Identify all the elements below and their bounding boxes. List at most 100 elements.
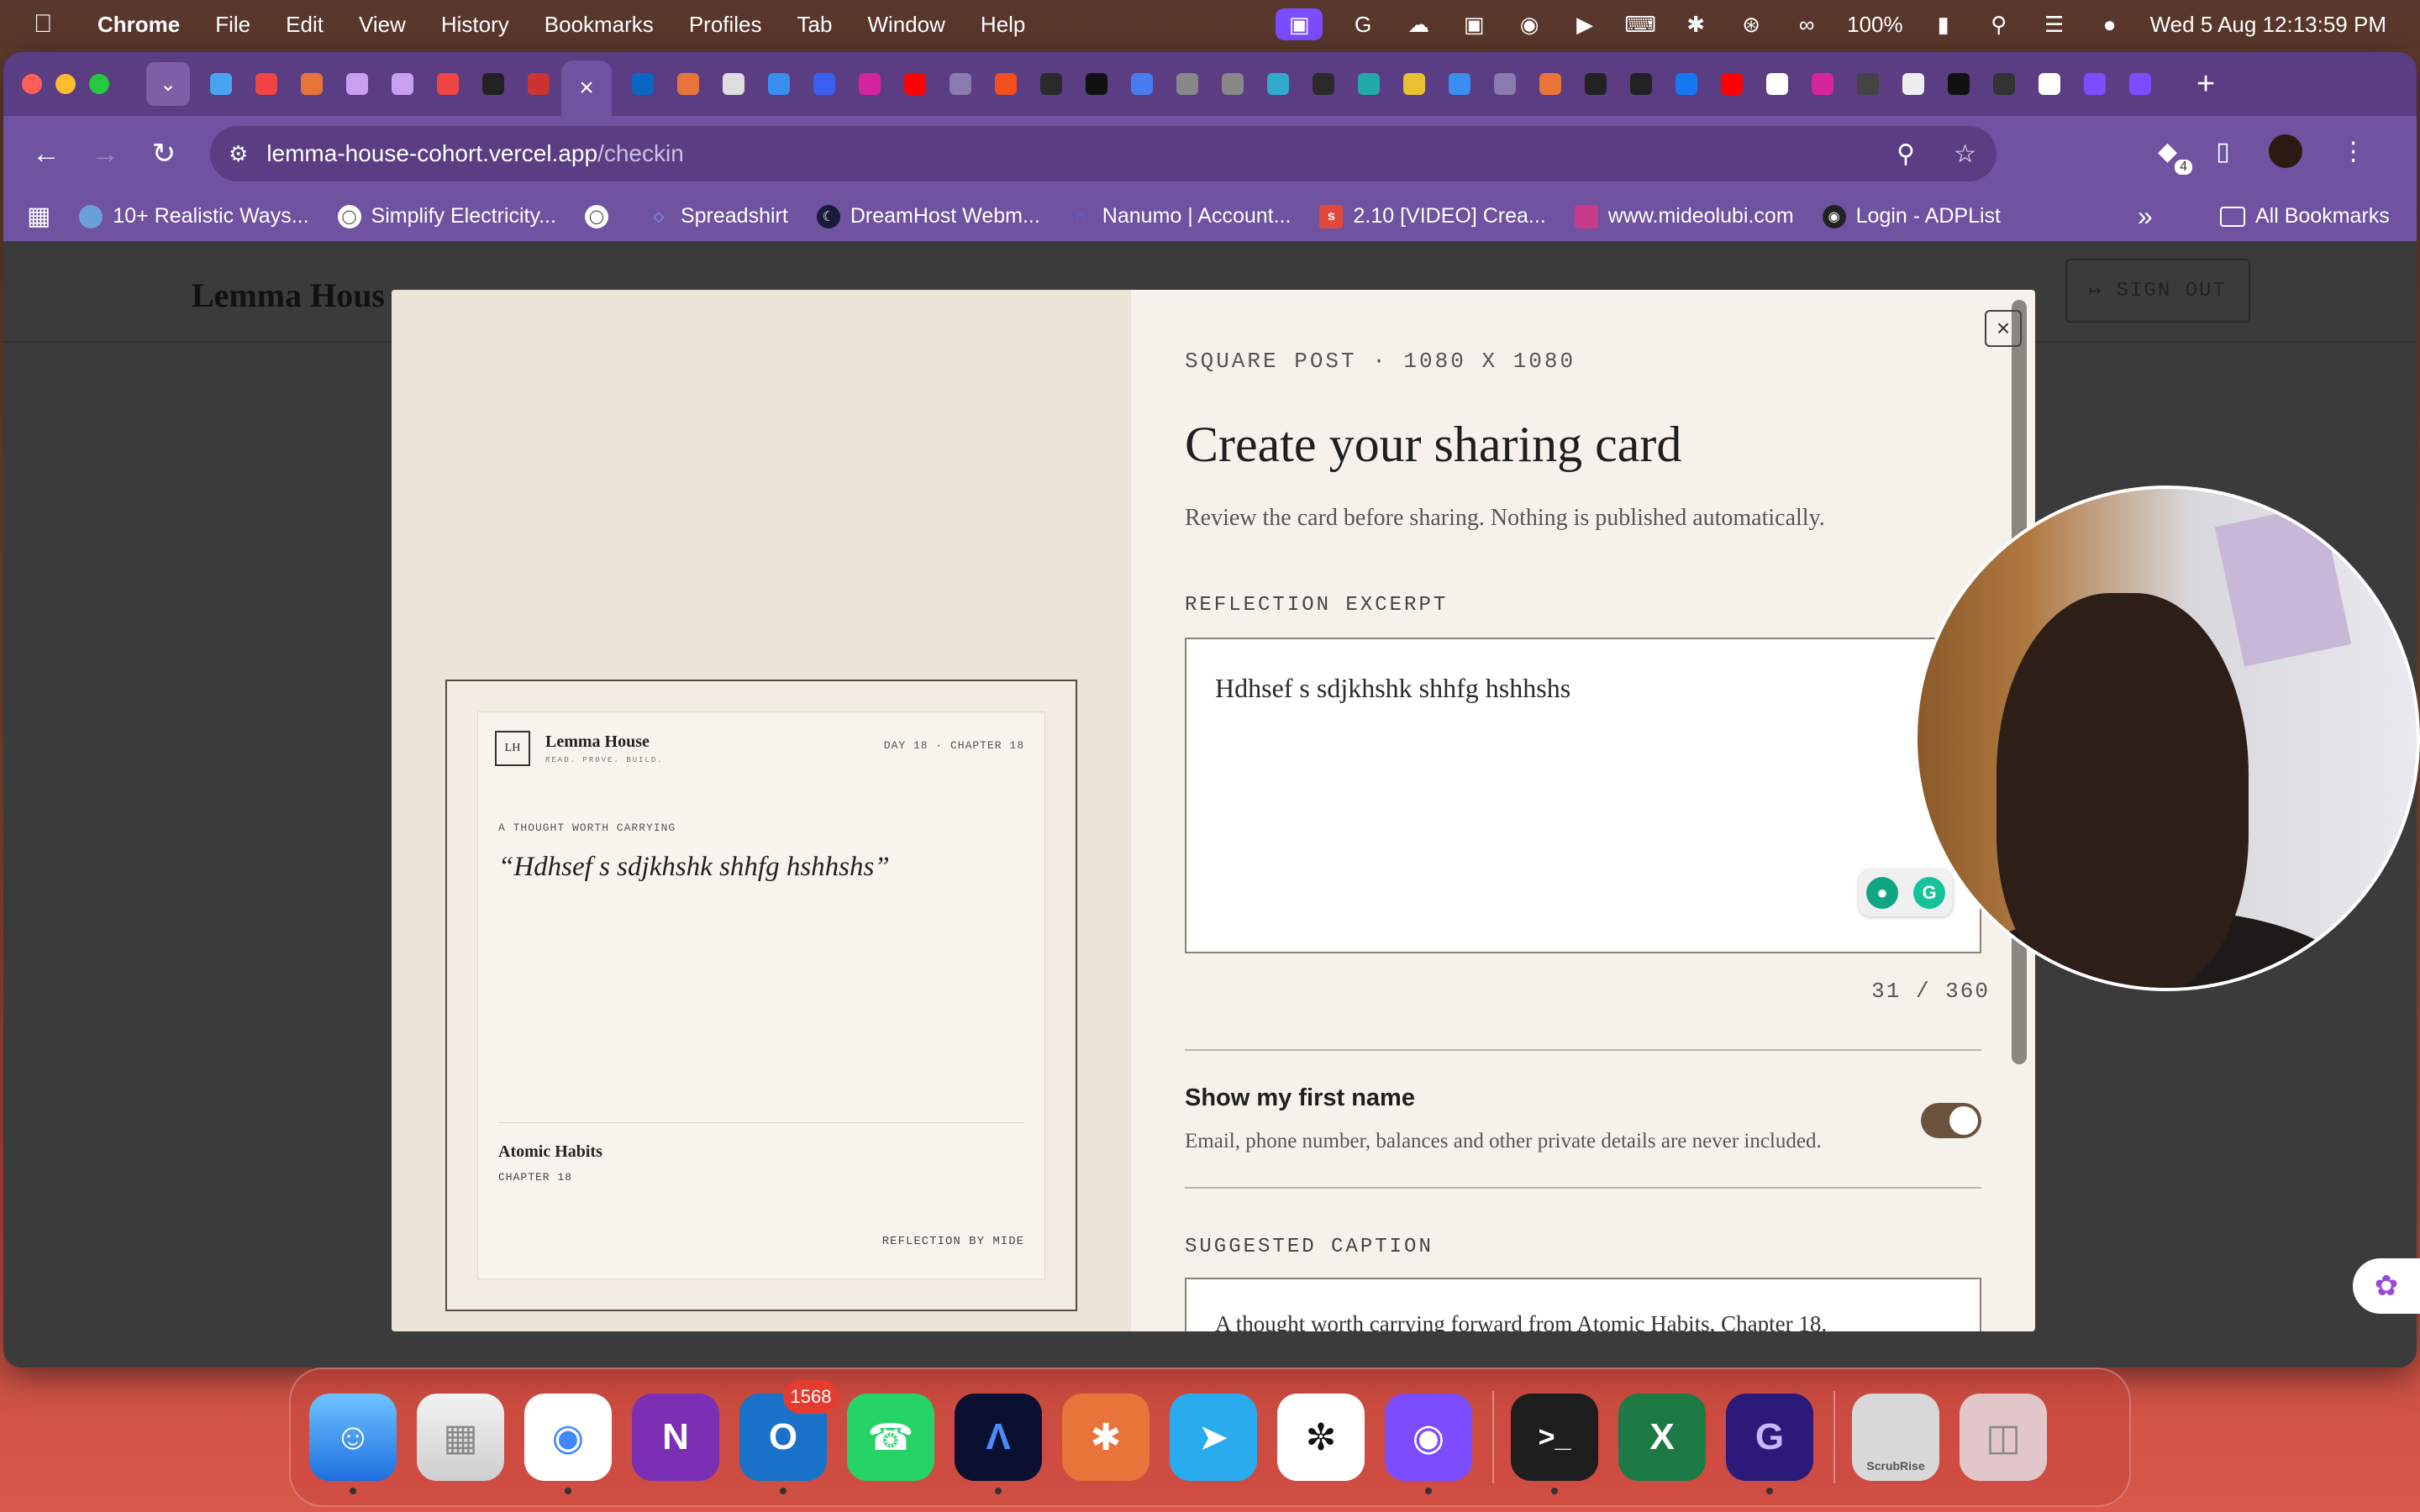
excel-icon[interactable]: X [1618, 1394, 1706, 1481]
tab-favicon-lh-icon[interactable] [1993, 73, 2015, 95]
tab-favicon-dash-icon[interactable] [950, 73, 971, 95]
tab-favicon-g-icon[interactable] [2084, 73, 2106, 95]
tab-favicon-e-icon[interactable] [1630, 73, 1652, 95]
site-info-icon[interactable]: ⚙ [229, 141, 248, 167]
bookmarks-overflow-icon[interactable]: » [2138, 201, 2153, 232]
password-key-icon[interactable]: ⚲ [1897, 139, 1915, 169]
finder-icon[interactable]: ☺ [309, 1394, 397, 1494]
back-icon[interactable]: ← [17, 138, 76, 171]
tab-active[interactable]: × [561, 60, 612, 116]
bookmark-6[interactable]: ∩ Nanumo | Account... [1069, 204, 1291, 228]
tab-favicon-a-icon[interactable] [1086, 73, 1107, 95]
keyboard-icon[interactable]: ⌨ [1624, 12, 1656, 37]
tab-favicon-openai-icon[interactable] [723, 73, 744, 95]
site-brand[interactable]: Lemma Hous [192, 276, 385, 315]
tab-search-icon[interactable]: ⌄ [146, 62, 190, 106]
tab-favicon-car-icon[interactable] [1857, 73, 1879, 95]
tab-favicon-gmail-icon[interactable] [437, 73, 459, 95]
tab-favicon-k-icon[interactable] [482, 73, 504, 95]
tab-close-icon[interactable]: × [579, 74, 594, 102]
control-center-icon[interactable]: ☰ [2039, 12, 2070, 37]
tab-favicon-g-icon[interactable] [2129, 73, 2151, 95]
telegram-icon[interactable]: ➤ [1170, 1394, 1257, 1481]
outlook-icon[interactable]: O 1568 [739, 1380, 839, 1494]
menu-edit[interactable]: Edit [286, 12, 324, 38]
spotlight-search-icon[interactable]: ⚲ [1984, 12, 2014, 37]
tab-favicon-facebook-icon[interactable] [1676, 73, 1697, 95]
menu-tab[interactable]: Tab [797, 12, 833, 38]
grammarly-desktop-icon[interactable]: G [1726, 1394, 1813, 1494]
tab-favicon-n-icon[interactable] [1539, 73, 1561, 95]
chatgpt-icon[interactable]: ✼ [1277, 1394, 1365, 1481]
tab-favicon-e-icon[interactable] [301, 73, 323, 95]
menu-history[interactable]: History [441, 12, 509, 38]
kebab-menu-icon[interactable]: ⋮ [2341, 137, 2366, 166]
bookmark-4[interactable]: ◇ Spreadshirt [647, 204, 788, 228]
tab-favicon-ig-icon[interactable] [1812, 73, 1833, 95]
menu-help[interactable]: Help [981, 12, 1025, 38]
siri-icon[interactable]: ● [2095, 12, 2125, 37]
apple-icon[interactable]:  [34, 10, 64, 39]
onenote-icon[interactable]: N [632, 1394, 719, 1481]
bookmark-9[interactable]: ◉ Login - ADPList [1822, 204, 2001, 228]
tab-favicon-c-icon[interactable] [1585, 73, 1607, 95]
trash-icon[interactable]: ◫ [1960, 1394, 2047, 1481]
tab-favicon-gmail-icon[interactable] [255, 73, 277, 95]
tab-favicon-circle-icon[interactable] [1176, 73, 1198, 95]
tab-favicon-slash-icon[interactable] [1948, 73, 1970, 95]
reload-icon[interactable]: ↻ [134, 137, 193, 171]
sign-out-button[interactable]: ↦ SIGN OUT [2065, 259, 2250, 323]
link-icon[interactable]: ∞ [1791, 12, 1822, 37]
tab-favicon-red-icon[interactable] [528, 73, 550, 95]
bookmark-2[interactable]: ◯ Simplify Electricity... [337, 204, 556, 228]
extension-icon[interactable]: ◆ 4 [2158, 137, 2193, 175]
grammarly-status-icon[interactable]: G [1348, 12, 1378, 37]
launchpad-icon[interactable]: ▦ [417, 1394, 504, 1481]
bookmark-1[interactable]: 10+ Realistic Ways... [79, 204, 309, 228]
tab-favicon-diamond-icon[interactable] [1358, 73, 1380, 95]
webcam-overlay[interactable] [1914, 486, 2420, 991]
show-first-name-toggle[interactable] [1921, 1103, 1981, 1138]
bookmark-8[interactable]: www.mideolubi.com [1574, 204, 1794, 228]
arc-icon[interactable]: Λ [955, 1394, 1042, 1494]
battery-icon[interactable]: ▮ [1928, 12, 1959, 37]
zoom-window-icon[interactable] [89, 74, 109, 94]
clock[interactable]: Wed 5 Aug 12:13:59 PM [2150, 12, 2386, 38]
new-tab-icon[interactable]: + [2196, 66, 2215, 102]
scrubrise-icon[interactable]: ScrubRise [1852, 1394, 1939, 1481]
menu-file[interactable]: File [215, 12, 250, 38]
airdrop-icon[interactable]: ⊛ [1736, 12, 1766, 37]
grammarly-widget[interactable]: ● G [1859, 869, 1953, 916]
tab-favicon-circle-icon[interactable] [1222, 73, 1244, 95]
play-icon[interactable]: ▶ [1570, 12, 1600, 37]
tab-favicon-circle-icon[interactable] [1902, 73, 1924, 95]
profile-avatar[interactable] [2268, 134, 2302, 168]
github-desktop-icon[interactable]: ◉ [1385, 1394, 1472, 1494]
tab-favicon-youtube-icon[interactable] [1721, 73, 1743, 95]
lightbulb-icon[interactable]: ● [1866, 877, 1898, 909]
bookmark-5[interactable]: ☾ DreamHost Webm... [816, 204, 1040, 228]
menu-app-name[interactable]: Chrome [97, 12, 180, 38]
chrome-icon[interactable]: ◉ [524, 1394, 612, 1494]
terminal-icon[interactable]: >_ [1511, 1394, 1598, 1494]
bluetooth-icon[interactable]: ✱ [1681, 12, 1711, 37]
tab-favicon-c-icon[interactable] [1449, 73, 1470, 95]
menu-bookmarks[interactable]: Bookmarks [544, 12, 654, 38]
tab-favicon-s-icon[interactable] [1403, 73, 1425, 95]
menu-view[interactable]: View [359, 12, 406, 38]
record-icon[interactable]: ◉ [1514, 12, 1544, 37]
close-modal-button[interactable]: × [1985, 310, 2022, 347]
claude-icon[interactable]: ✱ [1062, 1394, 1150, 1481]
tab-favicon-linkedin-icon[interactable] [632, 73, 654, 95]
tab-favicon-leaf-icon[interactable] [1267, 73, 1289, 95]
tab-favicon-dash-icon[interactable] [1494, 73, 1516, 95]
cloud-icon[interactable]: ☁ [1403, 12, 1434, 37]
screenshot-icon[interactable]: ▣ [1459, 12, 1489, 37]
tab-favicon-instagram-icon[interactable] [859, 73, 881, 95]
apps-grid-icon[interactable]: ▦ [27, 202, 50, 231]
tab-favicon-zap-icon[interactable] [1040, 73, 1062, 95]
all-bookmarks[interactable]: All Bookmarks [2220, 204, 2390, 228]
screen-share-icon[interactable]: ▣ [1276, 8, 1323, 40]
tab-favicon-lab-icon[interactable] [392, 73, 413, 95]
tab-favicon-google-icon[interactable] [1766, 73, 1788, 95]
